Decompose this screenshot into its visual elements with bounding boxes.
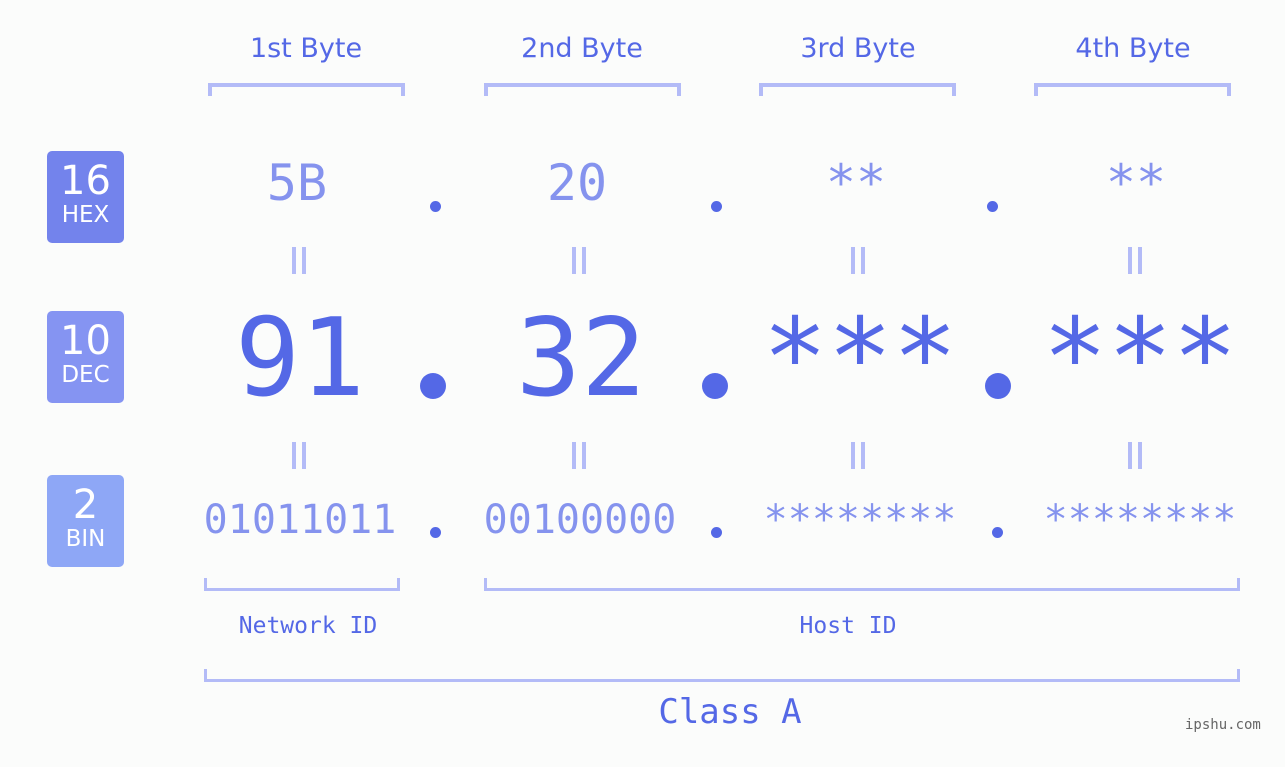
dec-dot-1 (420, 373, 446, 399)
byte-bracket-3 (759, 83, 956, 96)
hex-dot-2 (711, 201, 722, 212)
bin-byte-2: 00100000 (483, 497, 677, 543)
bin-byte-3: ******** (763, 497, 957, 543)
host-bracket (484, 578, 1240, 591)
hex-byte-1: 5B (266, 154, 328, 212)
equals-icon (572, 247, 588, 274)
byte-bracket-1 (208, 83, 405, 96)
hex-byte-3: ** (825, 154, 887, 212)
dec-byte-3: *** (762, 296, 958, 421)
dec-dot-3 (985, 373, 1011, 399)
dec-byte-1: 91 (234, 296, 366, 421)
bin-label: BIN (65, 526, 106, 552)
equals-icon (1128, 442, 1144, 469)
dec-base: 10 (60, 318, 111, 364)
hex-dot-1 (430, 201, 441, 212)
byte-header-2: 2nd Byte (521, 33, 643, 64)
byte-header-3: 3rd Byte (800, 33, 916, 64)
hex-byte-4: ** (1105, 154, 1167, 212)
network-bracket (204, 578, 400, 591)
host-id-label: Host ID (799, 613, 897, 639)
hex-dot-3 (987, 201, 998, 212)
equals-icon (851, 442, 867, 469)
hex-byte-2: 20 (546, 154, 608, 212)
equals-icon (292, 247, 308, 274)
equals-icon (1128, 247, 1144, 274)
equals-icon (572, 442, 588, 469)
bin-badge: 2 BIN (47, 475, 124, 567)
dec-byte-4: *** (1042, 296, 1238, 421)
bin-dot-3 (992, 527, 1003, 538)
bin-base: 2 (72, 482, 99, 528)
dec-label: DEC (61, 362, 110, 388)
dec-badge: 10 DEC (47, 311, 124, 403)
byte-header-4: 4th Byte (1075, 33, 1191, 64)
bin-byte-4: ******** (1043, 497, 1237, 543)
bin-dot-1 (430, 527, 441, 538)
byte-bracket-4 (1034, 83, 1231, 96)
equals-icon (851, 247, 867, 274)
bin-dot-2 (711, 527, 722, 538)
dec-byte-2: 32 (515, 296, 647, 421)
equals-icon (292, 442, 308, 469)
byte-header-1: 1st Byte (249, 33, 363, 64)
hex-base: 16 (60, 158, 111, 204)
network-id-label: Network ID (238, 613, 378, 639)
hex-label: HEX (61, 202, 110, 228)
byte-bracket-2 (484, 83, 681, 96)
hex-badge: 16 HEX (47, 151, 124, 243)
dec-dot-2 (702, 373, 728, 399)
class-label: Class A (658, 692, 802, 732)
class-bracket (204, 669, 1240, 682)
watermark: ipshu.com (1185, 717, 1261, 733)
bin-byte-1: 01011011 (203, 497, 397, 543)
